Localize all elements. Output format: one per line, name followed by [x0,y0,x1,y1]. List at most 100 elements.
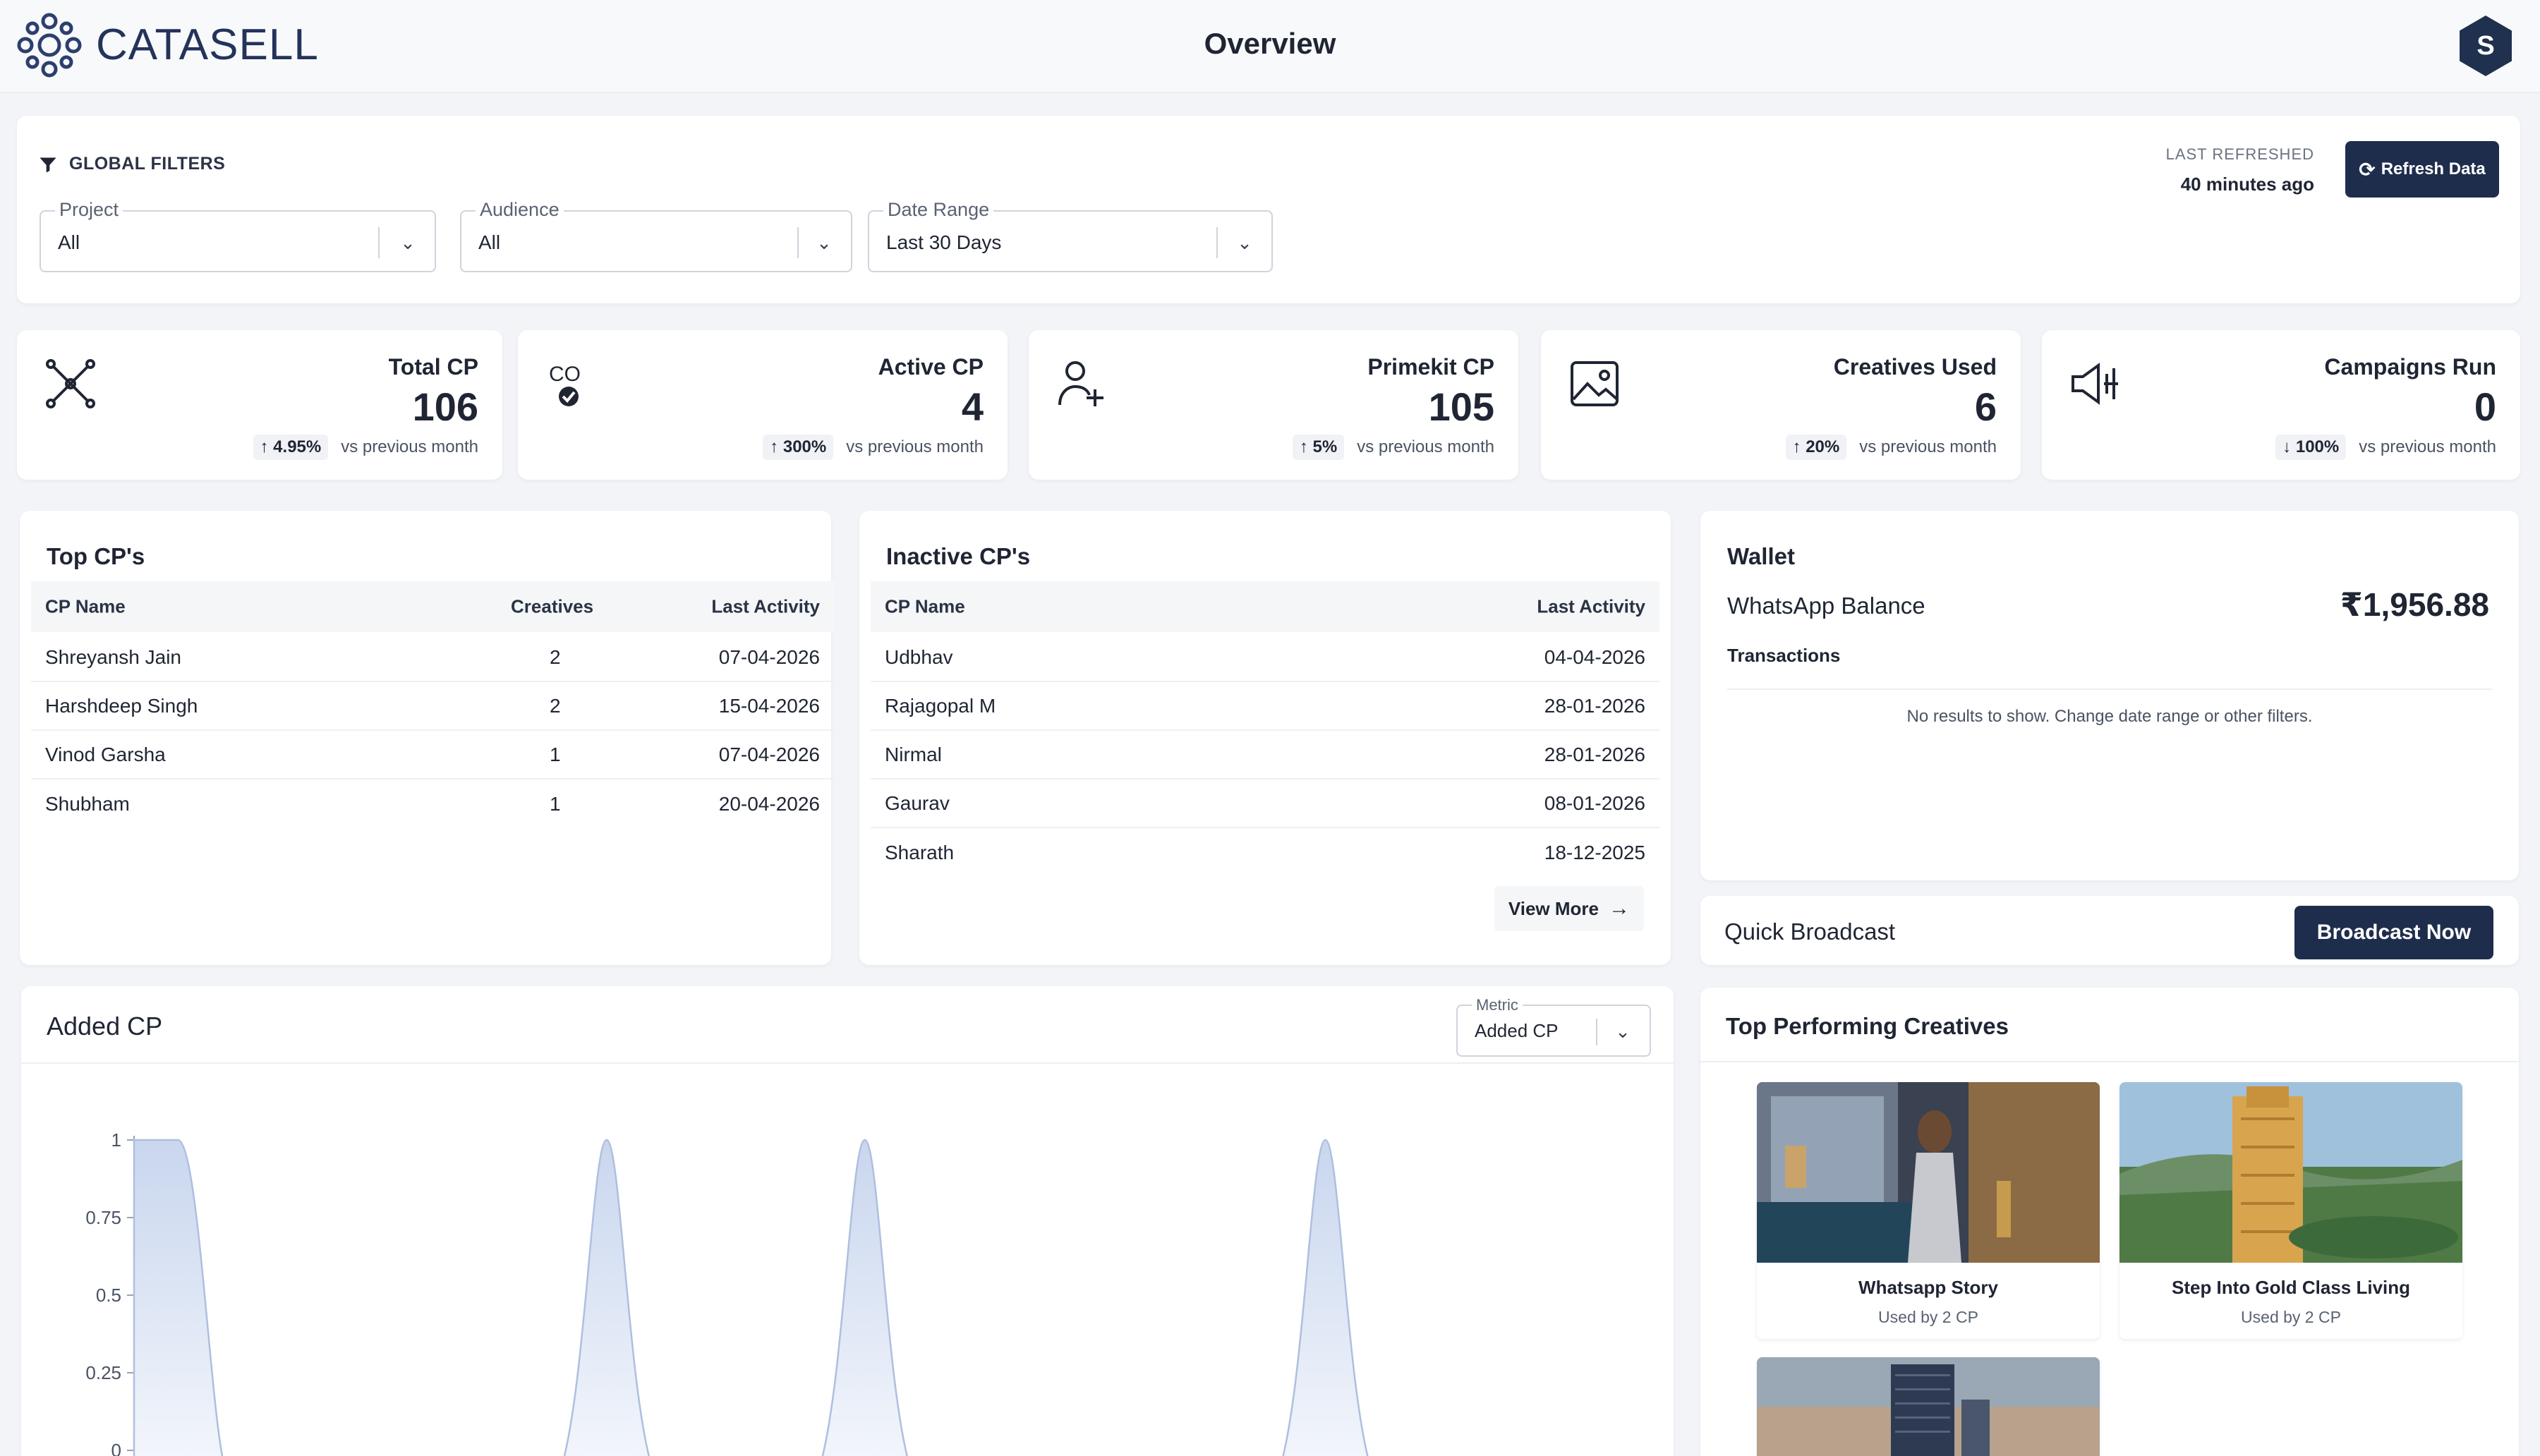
creative-title: Whatsapp Story [1858,1277,1998,1298]
cp-name: Nirmal [885,743,942,765]
table-row[interactable]: Shubham 1 20-04-2026 [31,779,834,828]
chevron-down-icon[interactable]: ⌄ [1610,1019,1635,1044]
date-range-label: Date Range [883,199,994,221]
date-range-select[interactable]: Date Range Last 30 Days ⌄ [868,199,1273,272]
divider [1700,1061,2519,1062]
kpi-card-total-cp[interactable]: Total CP 106 ↑ 4.95% vs previous month [17,330,502,480]
trend-value: 4.95% [273,437,322,456]
creative-title: Step Into Gold Class Living [2171,1277,2411,1298]
top-cps-title: Top CP's [47,543,145,569]
select-divider [1216,227,1218,258]
metric-select[interactable]: Metric Added CP ⌄ [1456,996,1651,1057]
table-row[interactable]: Shreyansh Jain 2 07-04-2026 [31,633,834,682]
kpi-card-active-cp[interactable]: CO Active CP 4 ↑ 300% vs previous month [518,330,1008,480]
audience-value: All [478,231,501,253]
cp-name: Udbhav [885,645,953,668]
refresh-data-button[interactable]: ⟳ Refresh Data [2345,141,2499,198]
col-creatives[interactable]: Creatives [511,596,593,618]
cp-creatives: 1 [550,792,561,815]
kpi-card-creatives-used[interactable]: Creatives Used 6 ↑ 20% vs previous month [1541,330,2021,480]
table-row[interactable]: Gaurav 08-01-2026 [871,779,1659,828]
cp-name: Shreyansh Jain [45,645,182,668]
cp-last-activity: 08-01-2026 [1544,791,1645,814]
wallet-card: Wallet WhatsApp Balance ₹1,956.88 Transa… [1700,511,2519,880]
broadcast-now-button[interactable]: Broadcast Now [2294,906,2493,959]
svg-text:CO: CO [549,363,581,386]
date-range-value: Last 30 Days [886,231,1002,253]
arrow-up-icon: ↑ [260,437,269,456]
area-peak[interactable] [1278,1139,1372,1456]
trend-pill: ↑ 5% [1292,435,1345,460]
arrow-up-icon: ↑ [1792,437,1801,456]
view-more-button[interactable]: View More → [1494,886,1644,931]
table-row[interactable]: Harshdeep Singh 2 15-04-2026 [31,682,834,731]
whatsapp-balance-value: ₹1,956.88 [2340,586,2489,623]
creative-card[interactable]: Step Into Gold Class Living Used by 2 CP [2119,1082,2462,1339]
top-header: CATASELL Overview S [0,0,2540,93]
col-cp-name[interactable]: CP Name [45,596,126,618]
y-tick-label: 0.5 [96,1285,121,1306]
col-last-activity[interactable]: Last Activity [1537,596,1645,618]
chevron-down-icon[interactable]: ⌄ [1232,230,1257,255]
table-row[interactable]: Sharath 18-12-2025 [871,828,1659,877]
cp-last-activity: 07-04-2026 [718,743,820,765]
active-user-check-icon: CO [549,363,581,406]
metric-value: Added CP [1475,1020,1559,1041]
trend-note: vs previous month [341,437,478,456]
chevron-down-icon[interactable]: ⌄ [395,230,421,255]
arrow-down-icon: ↓ [2282,437,2292,456]
arrow-right-icon: → [1609,897,1630,920]
kpi-trend: ↑ 4.95% vs previous month [253,435,478,460]
select-divider [797,227,799,258]
project-value: All [58,231,80,253]
y-tick-label: 0.25 [85,1362,121,1383]
kpi-card-primekit-cp[interactable]: Primekit CP 105 ↑ 5% vs previous month [1029,330,1518,480]
area-peak[interactable] [133,1139,226,1456]
cp-name: Gaurav [885,791,950,814]
arrow-up-icon: ↑ [1299,437,1308,456]
divider [21,1062,1674,1064]
kpi-label: Primekit CP [1367,354,1494,380]
col-cp-name[interactable]: CP Name [885,596,965,618]
trend-value: 300% [782,437,827,456]
added-cp-title: Added CP [47,1012,163,1041]
table-row[interactable]: Nirmal 28-01-2026 [871,731,1659,779]
kpi-card-campaigns-run[interactable]: Campaigns Run 0 ↓ 100% vs previous month [2042,330,2520,480]
quick-broadcast-title: Quick Broadcast [1724,918,1896,945]
creative-usage: Used by 2 CP [1878,1308,1978,1326]
filter-icon [40,157,56,173]
select-divider [378,227,380,258]
trend-pill: ↓ 100% [2275,435,2347,460]
project-select[interactable]: Project All ⌄ [40,199,436,272]
cp-creatives: 2 [550,694,561,717]
kpi-value: 4 [961,384,984,429]
area-peak[interactable] [818,1139,912,1456]
col-last-activity[interactable]: Last Activity [711,596,820,618]
cp-name: Harshdeep Singh [45,694,198,717]
creative-card[interactable]: Whatsapp Story Used by 2 CP [1757,1082,2100,1339]
table-row[interactable]: Rajagopal M 28-01-2026 [871,682,1659,731]
trend-value: 100% [2295,437,2340,456]
image-icon [1571,361,1619,406]
creative-card[interactable] [1757,1357,2100,1456]
transactions-empty-text: No results to show. Change date range or… [1906,707,2313,726]
table-row[interactable]: Udbhav 04-04-2026 [871,633,1659,682]
network-icon [46,359,95,408]
user-avatar[interactable]: S [2460,16,2512,76]
y-tick-label: 0 [111,1440,121,1456]
cp-last-activity: 28-01-2026 [1544,743,1645,765]
trend-value: 5% [1312,437,1338,456]
transactions-label: Transactions [1727,645,1841,666]
global-filters-title: GLOBAL FILTERS [69,154,226,174]
trend-note: vs previous month [2359,437,2496,456]
inactive-cps-card: Inactive CP's CP Name Last Activity Udbh… [859,511,1671,965]
table-row[interactable]: Vinod Garsha 1 07-04-2026 [31,731,834,779]
cp-last-activity: 04-04-2026 [1544,645,1645,668]
cp-name: Shubham [45,792,130,815]
area-peak[interactable] [560,1139,653,1456]
audience-select[interactable]: Audience All ⌄ [460,199,852,272]
divider [1727,688,2492,690]
project-label: Project [55,199,123,221]
chevron-down-icon[interactable]: ⌄ [811,230,837,255]
audience-label: Audience [476,199,564,221]
